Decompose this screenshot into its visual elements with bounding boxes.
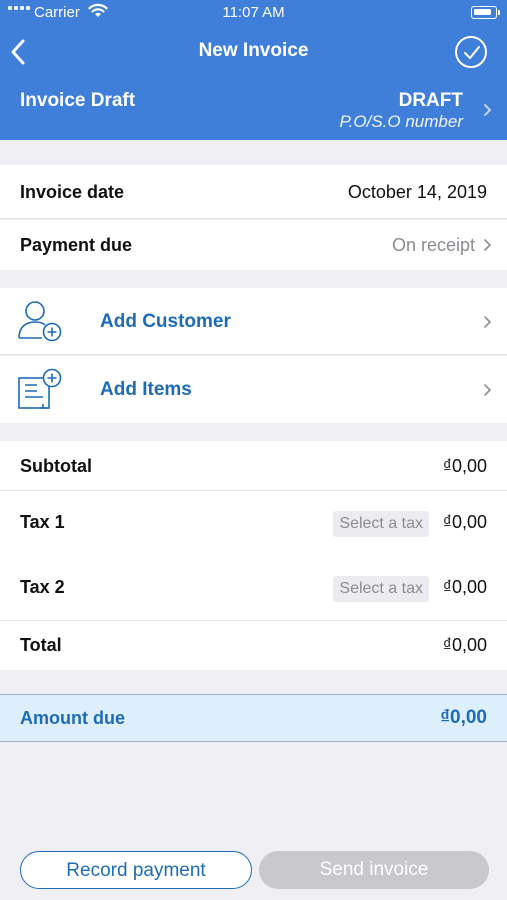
- payment-due-row[interactable]: Payment due On receipt: [0, 220, 507, 270]
- send-invoice-button[interactable]: Send invoice: [259, 851, 489, 889]
- tax2-row: Tax 2 Select a tax ₫0,00: [0, 556, 507, 621]
- amount-due-label: Amount due: [20, 708, 125, 728]
- add-items-label: Add Items: [100, 379, 192, 400]
- add-customer-icon: [18, 301, 62, 342]
- done-button[interactable]: [455, 36, 487, 68]
- chevron-right-icon: [484, 384, 492, 396]
- subtotal-row: Subtotal ₫0,00: [0, 441, 507, 491]
- subtotal-label: Subtotal: [20, 456, 92, 476]
- draft-status-badge: DRAFT: [398, 90, 463, 111]
- subtotal-value: ₫0,00: [442, 456, 487, 476]
- chevron-right-icon: [484, 316, 492, 328]
- total-label: Total: [20, 635, 62, 655]
- tax2-value: ₫0,00: [442, 577, 487, 597]
- tax2-label: Tax 2: [20, 577, 65, 597]
- record-payment-button[interactable]: Record payment: [20, 851, 252, 889]
- add-items-icon: [18, 368, 62, 409]
- status-bar: Carrier 11:07 AM: [0, 0, 507, 26]
- tax2-select-button[interactable]: Select a tax: [333, 576, 429, 602]
- chevron-right-icon: [484, 239, 492, 251]
- total-row: Total ₫0,00: [0, 621, 507, 670]
- po-number-field[interactable]: P.O/S.O number: [340, 112, 463, 132]
- amount-due-row: Amount due ₫0,00: [0, 694, 507, 742]
- add-customer-row[interactable]: Add Customer: [0, 288, 507, 355]
- chevron-right-icon[interactable]: [483, 103, 493, 117]
- invoice-date-row[interactable]: Invoice date October 14, 2019: [0, 165, 507, 219]
- add-items-row[interactable]: Add Items: [0, 356, 507, 423]
- payment-due-value: On receipt: [391, 235, 475, 255]
- page-title: New Invoice: [198, 40, 309, 61]
- invoice-date-value: October 14, 2019: [347, 182, 487, 202]
- tax1-value: ₫0,00: [442, 512, 487, 532]
- tax1-select-button[interactable]: Select a tax: [333, 511, 429, 537]
- add-customer-label: Add Customer: [100, 311, 231, 332]
- total-value: ₫0,00: [442, 635, 487, 655]
- checkmark-icon: [464, 46, 480, 59]
- invoice-draft-title: Invoice Draft: [20, 90, 136, 111]
- payment-due-label: Payment due: [20, 235, 133, 255]
- battery-icon: [471, 6, 500, 19]
- invoice-date-label: Invoice date: [20, 182, 125, 202]
- header: Carrier 11:07 AM New Invoice Invoice Dra…: [0, 0, 507, 140]
- status-time: 11:07 AM: [222, 4, 285, 21]
- tax1-label: Tax 1: [20, 512, 65, 532]
- tax1-row: Tax 1 Select a tax ₫0,00: [0, 491, 507, 556]
- amount-due-value: ₫0,00: [440, 707, 487, 728]
